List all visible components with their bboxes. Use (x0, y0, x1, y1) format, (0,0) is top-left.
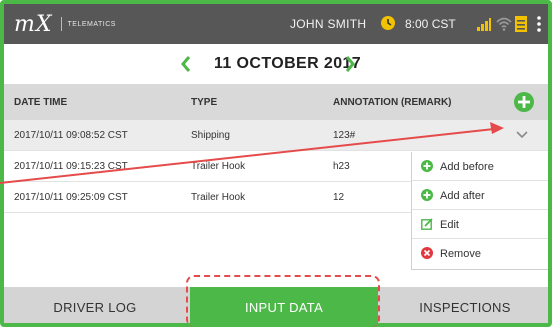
tab-driver-log[interactable]: DRIVER LOG (4, 287, 186, 323)
row-annotation: 12 (333, 192, 345, 203)
menu-item-label: Remove (440, 248, 481, 260)
clock-time: 8:00 CST (405, 17, 456, 31)
status-bar: mX TELEMATICS JOHN SMITH 8:00 CST (4, 4, 548, 44)
add-after-icon (421, 189, 433, 201)
row-datetime: 2017/10/11 09:15:23 CST (14, 161, 128, 172)
logo: mX TELEMATICS (14, 11, 116, 37)
menu-item-add-after[interactable]: Add after (412, 181, 548, 210)
user-name: JOHN SMITH (290, 17, 367, 31)
menu-item-edit[interactable]: Edit (412, 210, 548, 239)
add-before-icon (421, 160, 433, 172)
column-datetime: DATE TIME (14, 97, 68, 108)
logo-subtitle: TELEMATICS (67, 20, 116, 28)
logo-mark: mX (14, 11, 53, 37)
menu-item-remove[interactable]: Remove (412, 239, 548, 268)
add-icon[interactable] (514, 92, 534, 112)
table-header: DATE TIME TYPE ANNOTATION (REMARK) (4, 84, 548, 120)
menu-item-label: Add before (440, 161, 494, 173)
highlight-box (186, 275, 380, 327)
current-date: 11 OCTOBER 2017 (214, 55, 362, 72)
clock-icon[interactable] (380, 15, 396, 31)
logo-divider (60, 17, 62, 31)
more-vert-icon[interactable] (536, 15, 542, 33)
menu-item-label: Edit (440, 219, 459, 231)
row-annotation: 123# (333, 130, 356, 141)
menu-item-label: Add after (440, 190, 485, 202)
row-type: Shipping (191, 130, 230, 141)
chevron-left-icon[interactable] (178, 54, 194, 74)
table-row[interactable]: 2017/10/11 09:08:52 CST Shipping 123# (4, 120, 548, 151)
menu-item-add-before[interactable]: Add before (412, 152, 548, 181)
signal-icon (477, 18, 491, 31)
remove-icon (421, 247, 433, 259)
row-type: Trailer Hook (191, 161, 246, 172)
date-navigator: 11 OCTOBER 2017 (4, 44, 548, 84)
document-icon[interactable] (514, 15, 528, 33)
row-datetime: 2017/10/11 09:08:52 CST (14, 130, 128, 141)
wifi-icon (496, 17, 512, 31)
row-annotation: h23 (333, 161, 350, 172)
edit-icon (421, 218, 433, 230)
row-context-menu: Add before Add after Edit Remove (411, 152, 548, 270)
tab-inspections[interactable]: INSPECTIONS (382, 287, 548, 323)
chevron-right-icon[interactable] (342, 54, 358, 74)
column-annotation: ANNOTATION (REMARK) (333, 97, 452, 108)
chevron-down-icon[interactable] (515, 129, 529, 141)
row-datetime: 2017/10/11 09:25:09 CST (14, 192, 128, 203)
row-type: Trailer Hook (191, 192, 246, 203)
column-type: TYPE (191, 97, 218, 108)
